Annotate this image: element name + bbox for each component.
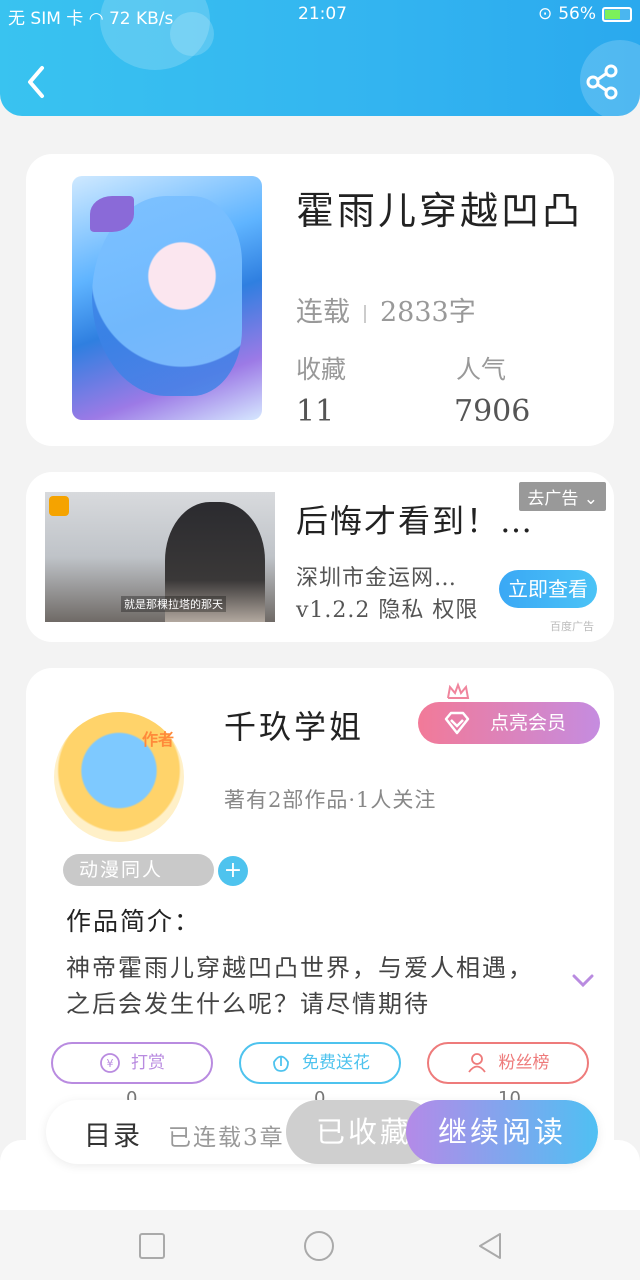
serial-status: 连载 bbox=[296, 297, 350, 328]
svg-text:¥: ¥ bbox=[107, 1057, 114, 1070]
reward-label: 打赏 bbox=[131, 1053, 165, 1073]
system-nav-bar bbox=[0, 1210, 640, 1280]
add-tag-button[interactable]: + bbox=[218, 856, 248, 886]
ad-title[interactable]: 后悔才看到！… bbox=[296, 496, 534, 542]
yuan-coin-icon: ¥ bbox=[100, 1053, 120, 1073]
author-avatar-tag: 作者 bbox=[141, 730, 174, 749]
continue-reading-button[interactable]: 继续阅读 bbox=[406, 1100, 598, 1164]
genre-tag[interactable]: 动漫同人 bbox=[63, 854, 214, 886]
user-icon bbox=[467, 1053, 486, 1073]
battery-percent: 56% bbox=[558, 4, 596, 24]
author-stats: 著有2部作品·1人关注 bbox=[224, 788, 437, 812]
ad-logo-icon bbox=[49, 496, 69, 516]
carrier-info: 无 SIM 卡 ◠ 72 KB/s bbox=[8, 4, 173, 29]
bottom-action-bar: 目录 已连载3章 已收藏 继续阅读 bbox=[46, 1100, 598, 1164]
carrier-text: 无 SIM 卡 bbox=[8, 9, 84, 29]
ad-action-button[interactable]: 立即查看 bbox=[499, 570, 597, 608]
rotation-lock-icon: ⊙ bbox=[537, 4, 553, 24]
ad-image[interactable]: 就是那棵拉塔的那天 bbox=[45, 492, 275, 622]
ad-version-line[interactable]: v1.2.2 隐私 权限 bbox=[296, 592, 478, 624]
diamond-icon bbox=[444, 711, 470, 735]
chapter-count: 已连载3章 bbox=[168, 1125, 285, 1151]
favorites-label: 收藏 bbox=[296, 355, 347, 384]
ad-image-caption: 就是那棵拉塔的那天 bbox=[121, 596, 226, 612]
fan-ranking-label: 粉丝榜 bbox=[498, 1053, 550, 1073]
word-count: 2833字 bbox=[380, 297, 476, 328]
intro-text: 神帝霍雨儿穿越凹凸世界，与爱人相遇，之后会发生什么呢？请尽情期待 bbox=[66, 954, 534, 1018]
back-nav-icon[interactable] bbox=[474, 1230, 506, 1262]
popularity-label: 人气 bbox=[456, 355, 507, 384]
author-name[interactable]: 千玖学姐 bbox=[224, 702, 364, 748]
clock: 21:07 bbox=[298, 4, 347, 24]
intro-label: 作品简介： bbox=[66, 907, 202, 936]
send-flower-button[interactable]: 免费送花 bbox=[239, 1042, 401, 1084]
status-bar: 无 SIM 卡 ◠ 72 KB/s 21:07 ⊙ 56% bbox=[0, 0, 640, 32]
ad-company: 深圳市金运网… bbox=[296, 566, 458, 591]
share-icon[interactable] bbox=[586, 64, 618, 100]
wifi-icon: ◠ bbox=[88, 9, 104, 29]
ad-source: 百度广告 bbox=[550, 620, 594, 633]
send-flower-label: 免费送花 bbox=[302, 1053, 370, 1073]
crown-icon bbox=[447, 682, 470, 699]
book-info-card: 霍雨儿穿越凹凸 连载 2833字 收藏 人气 11 7906 bbox=[26, 154, 614, 446]
book-cover-image bbox=[72, 176, 262, 420]
favorites-value: 11 bbox=[296, 394, 335, 429]
app-header: 无 SIM 卡 ◠ 72 KB/s 21:07 ⊙ 56% bbox=[0, 0, 640, 116]
chevron-down-icon[interactable] bbox=[572, 974, 594, 988]
reward-button[interactable]: ¥ 打赏 bbox=[51, 1042, 213, 1084]
vip-button-label: 点亮会员 bbox=[490, 712, 567, 734]
flower-icon bbox=[273, 1055, 289, 1072]
toc-button[interactable]: 目录 bbox=[84, 1114, 142, 1153]
fan-ranking-button[interactable]: 粉丝榜 bbox=[427, 1042, 589, 1084]
battery-icon bbox=[602, 6, 632, 22]
ad-card[interactable]: 就是那棵拉塔的那天 去广告 ⌄ 后悔才看到！… 深圳市金运网… v1.2.2 隐… bbox=[26, 472, 614, 642]
status-right: ⊙ 56% bbox=[538, 4, 632, 24]
author-avatar[interactable]: 作者 bbox=[54, 712, 184, 842]
book-title: 霍雨儿穿越凹凸 bbox=[296, 189, 584, 233]
popularity-value: 7906 bbox=[454, 394, 531, 429]
book-meta: 连载 2833字 bbox=[296, 290, 476, 329]
network-speed: 72 KB/s bbox=[108, 9, 174, 29]
vip-button[interactable]: 点亮会员 bbox=[418, 702, 600, 744]
back-icon[interactable] bbox=[22, 62, 52, 102]
home-icon[interactable] bbox=[303, 1230, 335, 1262]
recent-apps-icon[interactable] bbox=[136, 1230, 168, 1262]
